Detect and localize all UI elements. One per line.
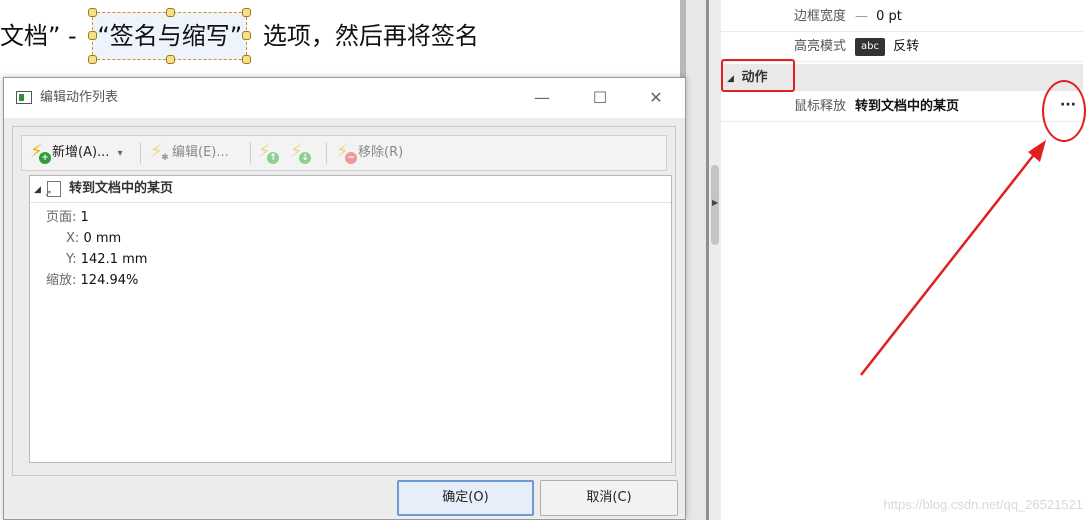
detail-value: 124.94% [80, 273, 139, 288]
dialog-title-bar[interactable]: 编辑动作列表 — ☐ ✕ [4, 78, 685, 118]
detail-y: Y: 142.1 mm [66, 249, 147, 270]
dialog-app-icon [16, 91, 32, 104]
property-row-mouse-up[interactable]: 鼠标释放 转到文档中的某页 ··· [721, 92, 1083, 122]
resize-handle-mr[interactable] [242, 31, 252, 40]
move-up-button[interactable]: ⚡ ↑ [256, 139, 280, 167]
action-item-title: 转到文档中的某页 [68, 181, 173, 196]
selected-text-box[interactable]: “签名与缩写” [88, 8, 252, 64]
resize-handle-tr[interactable] [242, 8, 252, 17]
detail-zoom: 缩放: 124.94% [46, 270, 138, 291]
doc-selected-text: “签名与缩写” [97, 22, 243, 50]
property-label: 高亮模式 [793, 39, 846, 54]
document-text: 文档” - “签名与缩写” 选项，然后再将签名 [0, 8, 479, 64]
splitter-gap [686, 0, 706, 520]
detail-key: 缩放: [46, 273, 77, 288]
resize-handle-tl[interactable] [88, 8, 98, 17]
action-item-header[interactable]: ◢ ➚ 转到文档中的某页 [30, 176, 671, 203]
highlight-swatch: abc [855, 37, 885, 56]
edit-action-list-dialog: 编辑动作列表 — ☐ ✕ ⚡ + 新增(A)... ▾ ⚡ ✱ 编辑(E)... ⚡ ↑ … [3, 77, 686, 520]
cancel-button[interactable]: 取消(C) [540, 480, 678, 516]
line-icon: — [855, 9, 868, 24]
dialog-content: ⚡ + 新增(A)... ▾ ⚡ ✱ 编辑(E)... ⚡ ↑ ⚡ ↓ ⚡ − 移除(R) ◢ [12, 126, 676, 476]
add-action-button[interactable]: ⚡ + 新增(A)... ▾ [28, 139, 123, 167]
annotation-box [721, 59, 795, 92]
remove-action-button[interactable]: ⚡ − 移除(R) [334, 139, 403, 167]
collapse-arrow-icon[interactable]: ▶ [712, 198, 718, 207]
property-value[interactable]: abc 反转 [855, 32, 1083, 61]
toolbar-separator [250, 142, 251, 164]
edit-action-button[interactable]: ⚡ ✱ 编辑(E)... [148, 139, 229, 167]
toolbar-separator [326, 142, 327, 164]
remove-label: 移除(R) [358, 145, 404, 160]
annotation-ellipse [1042, 80, 1086, 142]
move-up-icon: ⚡ ↑ [256, 141, 279, 165]
splitter-strip[interactable] [709, 0, 721, 520]
resize-handle-bl[interactable] [88, 55, 98, 64]
move-down-icon: ⚡ ↓ [288, 141, 311, 165]
property-label: 边框宽度 [793, 9, 846, 24]
property-row-border-width[interactable]: 边框宽度 — 0 pt [721, 2, 1083, 32]
resize-handle-bc[interactable] [165, 55, 175, 64]
detail-value: 0 mm [83, 231, 122, 246]
property-row-highlight-mode[interactable]: 高亮模式 abc 反转 [721, 32, 1083, 62]
resize-handle-tc[interactable] [165, 8, 175, 17]
add-bolt-icon: ⚡ + [28, 141, 51, 165]
detail-key: Y: [66, 252, 77, 267]
maximize-button[interactable]: ☐ [577, 78, 623, 118]
detail-key: X: [66, 231, 80, 246]
border-width-value: 0 pt [876, 9, 902, 24]
doc-text-before: 文档” - [0, 22, 77, 50]
resize-handle-br[interactable] [242, 55, 252, 64]
resize-handle-ml[interactable] [88, 31, 98, 40]
property-label: 鼠标释放 [793, 99, 846, 114]
detail-key: 页面: [46, 210, 77, 225]
goto-page-icon: ➚ [44, 180, 62, 198]
ok-button[interactable]: 确定(O) [397, 480, 534, 516]
detail-value: 142.1 mm [80, 252, 148, 267]
highlight-mode-value: 反转 [893, 39, 920, 54]
detail-x: X: 0 mm [66, 228, 121, 249]
minimize-button[interactable]: — [519, 78, 565, 118]
doc-text-after: 选项，然后再将签名 [262, 22, 479, 50]
detail-page: 页面: 1 [46, 207, 89, 228]
watermark: https://blog.csdn.net/qq_26521521 [883, 497, 1084, 512]
detail-value: 1 [80, 210, 89, 225]
expand-triangle-icon[interactable]: ◢ [34, 185, 41, 195]
action-list[interactable]: ◢ ➚ 转到文档中的某页 页面: 1 X: 0 mm Y: 142.1 mm 缩… [29, 175, 672, 463]
edit-label: 编辑(E)... [172, 145, 229, 160]
remove-bolt-icon: ⚡ − [334, 141, 357, 165]
dialog-title: 编辑动作列表 [40, 90, 119, 105]
mouse-up-action-value: 转到文档中的某页 [855, 99, 960, 114]
toolbar-separator [140, 142, 141, 164]
add-label: 新增(A)... [52, 145, 110, 160]
property-value[interactable]: — 0 pt [855, 2, 1083, 31]
dropdown-arrow-icon[interactable]: ▾ [118, 148, 123, 159]
move-down-button[interactable]: ⚡ ↓ [288, 139, 312, 167]
action-toolbar: ⚡ + 新增(A)... ▾ ⚡ ✱ 编辑(E)... ⚡ ↑ ⚡ ↓ ⚡ − 移除(R) [21, 135, 667, 171]
edit-bolt-icon: ⚡ ✱ [150, 140, 169, 163]
close-button[interactable]: ✕ [633, 78, 679, 118]
